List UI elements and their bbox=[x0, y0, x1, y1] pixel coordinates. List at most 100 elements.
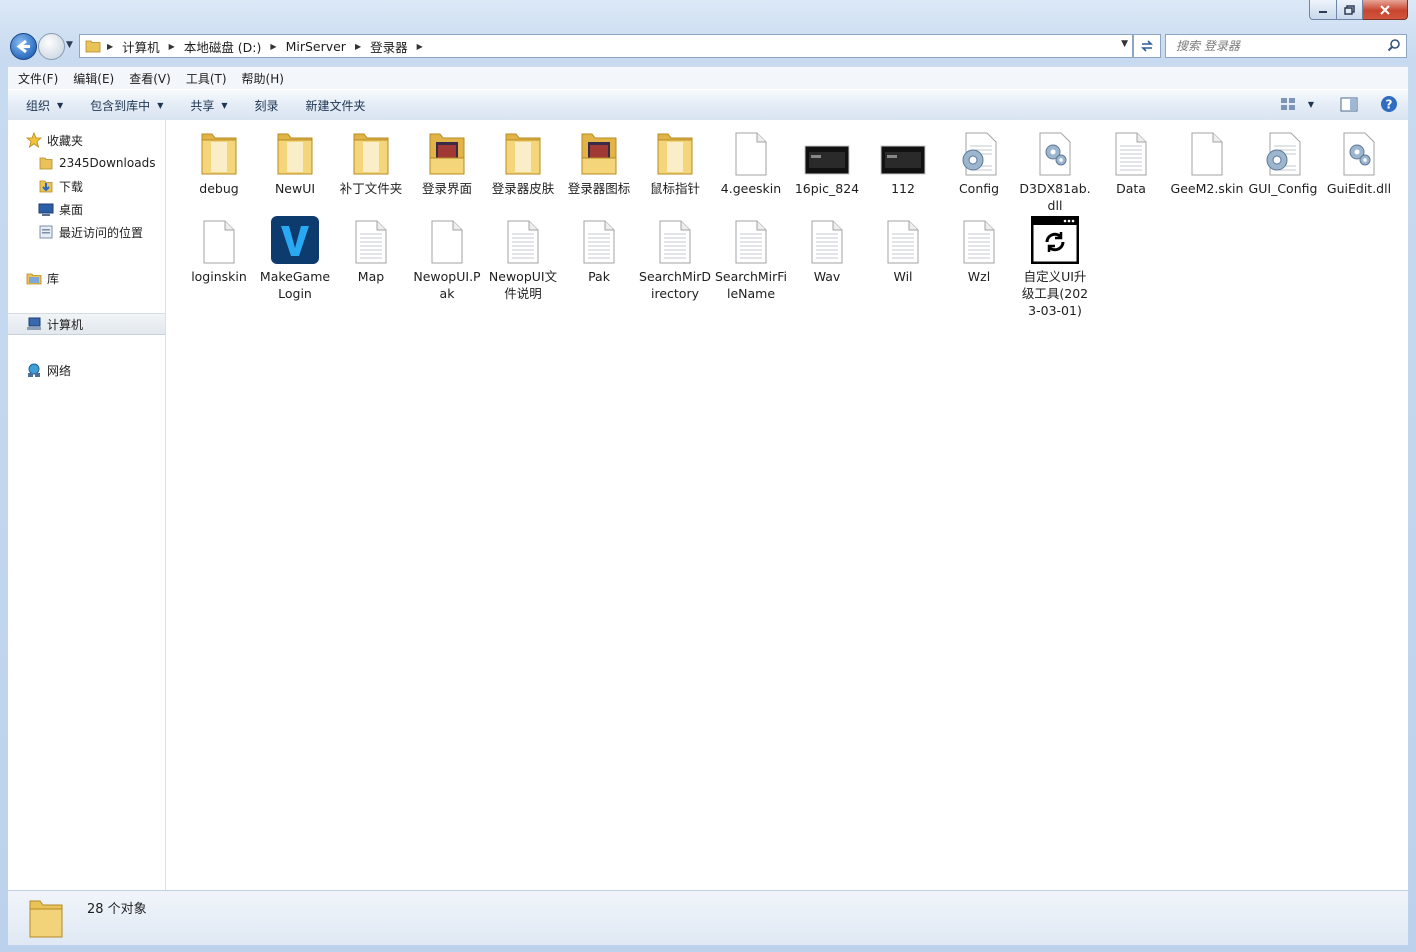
image-thumbnail-icon bbox=[879, 128, 927, 176]
file-item[interactable]: Pak bbox=[561, 216, 637, 285]
breadcrumb-mirserver[interactable]: MirServer ▶ bbox=[286, 39, 371, 54]
menu-tools[interactable]: 工具(T) bbox=[181, 70, 232, 87]
file-name: 登录器皮肤 bbox=[491, 181, 555, 196]
nav-computer[interactable]: 计算机 bbox=[8, 313, 165, 335]
command-bar: 组织 ▼ 包含到库中 ▼ 共享 ▼ 刻录 新建文件夹 ▼ ? bbox=[8, 89, 1408, 121]
recent-pages-dropdown[interactable]: ▼ bbox=[66, 40, 73, 50]
folder-icon bbox=[499, 128, 547, 176]
forward-button[interactable] bbox=[38, 33, 65, 60]
organize-button[interactable]: 组织 ▼ bbox=[17, 97, 72, 114]
config-file-icon bbox=[955, 128, 1003, 176]
breadcrumb-launcher[interactable]: 登录器 ▶ bbox=[370, 37, 432, 56]
folder-icon bbox=[347, 128, 395, 176]
file-item[interactable]: Wav bbox=[789, 216, 865, 285]
file-item[interactable]: NewUI bbox=[257, 128, 333, 197]
folder-image-icon bbox=[575, 128, 623, 176]
view-controls: ▼ ? bbox=[1280, 95, 1398, 113]
file-list: debug NewUI 补丁文件夹 登录界面 登录器皮肤 登录器图标 鼠标指针 4.geesk… bbox=[166, 120, 1408, 890]
dll-file-icon bbox=[1335, 128, 1383, 176]
file-item[interactable]: NewopUI.Pak bbox=[409, 216, 485, 302]
file-item[interactable]: debug bbox=[181, 128, 257, 197]
menu-bar: 文件(F) 编辑(E) 查看(V) 工具(T) 帮助(H) bbox=[8, 66, 1408, 89]
address-bar[interactable]: ▶ 计算机 ▶ 本地磁盘 (D:) ▶ MirServer ▶ 登录器 ▶ ▼ bbox=[79, 34, 1133, 58]
text-file-icon bbox=[955, 216, 1003, 264]
menu-view[interactable]: 查看(V) bbox=[124, 70, 176, 87]
item-count: 28 个对象 bbox=[87, 902, 147, 917]
search-box[interactable] bbox=[1165, 34, 1407, 58]
file-item[interactable]: GUI_Config bbox=[1245, 128, 1321, 197]
address-history-dropdown[interactable]: ▼ bbox=[1121, 39, 1128, 49]
breadcrumb-computer[interactable]: 计算机 ▶ bbox=[122, 37, 184, 56]
file-item[interactable]: 登录界面 bbox=[409, 128, 485, 197]
file-item[interactable]: 自定义UI升级工具(2023-03-01) bbox=[1017, 216, 1093, 319]
minimize-button[interactable] bbox=[1309, 0, 1337, 20]
file-item[interactable]: 16pic_824 bbox=[789, 128, 865, 197]
help-icon[interactable]: ? bbox=[1380, 95, 1398, 113]
file-name: NewopUI.Pak bbox=[413, 269, 481, 301]
menu-edit[interactable]: 编辑(E) bbox=[68, 70, 119, 87]
include-in-library-button[interactable]: 包含到库中 ▼ bbox=[81, 97, 172, 114]
nav-favorites[interactable]: 收藏夹 bbox=[26, 130, 182, 150]
file-item[interactable]: 112 bbox=[865, 128, 941, 197]
burn-button[interactable]: 刻录 bbox=[246, 97, 288, 114]
folder-icon bbox=[271, 128, 319, 176]
file-item[interactable]: Config bbox=[941, 128, 1017, 197]
library-icon bbox=[26, 270, 42, 286]
desktop-icon bbox=[38, 201, 54, 217]
file-item[interactable]: 补丁文件夹 bbox=[333, 128, 409, 197]
file-name: SearchMirDirectory bbox=[639, 269, 711, 301]
file-item[interactable]: GuiEdit.dll bbox=[1321, 128, 1397, 197]
change-view-button[interactable]: ▼ bbox=[1280, 97, 1314, 111]
text-file-icon bbox=[727, 216, 775, 264]
file-item[interactable]: MakeGameLogin bbox=[257, 216, 333, 302]
search-input[interactable] bbox=[1174, 38, 1378, 54]
file-item[interactable]: Wil bbox=[865, 216, 941, 285]
preview-pane-icon[interactable] bbox=[1340, 97, 1358, 112]
file-item[interactable]: Data bbox=[1093, 128, 1169, 197]
file-item[interactable]: 鼠标指针 bbox=[637, 128, 713, 197]
downloads-icon bbox=[38, 178, 54, 194]
star-icon bbox=[26, 132, 42, 148]
file-name: 登录界面 bbox=[421, 181, 472, 196]
folder-icon bbox=[651, 128, 699, 176]
file-item[interactable]: GeeM2.skin bbox=[1169, 128, 1245, 197]
back-button[interactable] bbox=[10, 33, 37, 60]
file-item[interactable]: 登录器图标 bbox=[561, 128, 637, 197]
nav-libraries[interactable]: 库 bbox=[26, 268, 182, 288]
menu-help[interactable]: 帮助(H) bbox=[237, 70, 289, 87]
file-item[interactable]: NewopUI文件说明 bbox=[485, 216, 561, 302]
file-item[interactable]: SearchMirFileName bbox=[713, 216, 789, 302]
maximize-button[interactable] bbox=[1337, 0, 1363, 20]
nav-favorites-label: 收藏夹 bbox=[47, 133, 84, 148]
app-update-icon bbox=[1031, 216, 1079, 264]
blank-file-icon bbox=[727, 128, 775, 176]
folder-icon bbox=[29, 900, 63, 938]
text-file-icon bbox=[575, 216, 623, 264]
file-item[interactable]: 4.geeskin bbox=[713, 128, 789, 197]
minimize-icon bbox=[1319, 10, 1327, 13]
explorer-window: ▼ ▶ 计算机▶ 本地磁盘 (D:)▶ MirServer▶ 登录器▶ ▼ 文件… bbox=[0, 0, 1416, 952]
file-item[interactable]: 登录器皮肤 bbox=[485, 128, 561, 197]
text-file-icon bbox=[879, 216, 927, 264]
file-item[interactable]: D3DX81ab.dll bbox=[1017, 128, 1093, 214]
file-name: Pak bbox=[588, 269, 610, 284]
file-item[interactable]: loginskin bbox=[181, 216, 257, 285]
share-button[interactable]: 共享 ▼ bbox=[181, 97, 236, 114]
file-name: 16pic_824 bbox=[794, 181, 860, 196]
refresh-button[interactable] bbox=[1133, 34, 1161, 58]
text-file-icon bbox=[499, 216, 547, 264]
file-item[interactable]: SearchMirDirectory bbox=[637, 216, 713, 302]
file-name: SearchMirFileName bbox=[714, 269, 788, 301]
file-item[interactable]: Wzl bbox=[941, 216, 1017, 285]
close-button[interactable] bbox=[1363, 0, 1408, 20]
file-name: D3DX81ab.dll bbox=[1019, 181, 1091, 213]
nav-network[interactable]: 网络 bbox=[26, 360, 182, 380]
file-name: 鼠标指针 bbox=[649, 181, 700, 196]
breadcrumb-local-disk[interactable]: 本地磁盘 (D:) ▶ bbox=[184, 37, 286, 56]
new-folder-button[interactable]: 新建文件夹 bbox=[297, 97, 375, 114]
menu-file[interactable]: 文件(F) bbox=[13, 70, 63, 87]
file-name: loginskin bbox=[191, 269, 247, 284]
file-item[interactable]: Map bbox=[333, 216, 409, 285]
nav-downloads-label: 下载 bbox=[59, 179, 84, 194]
nav-2345downloads-label: 2345Downloads bbox=[59, 156, 156, 170]
